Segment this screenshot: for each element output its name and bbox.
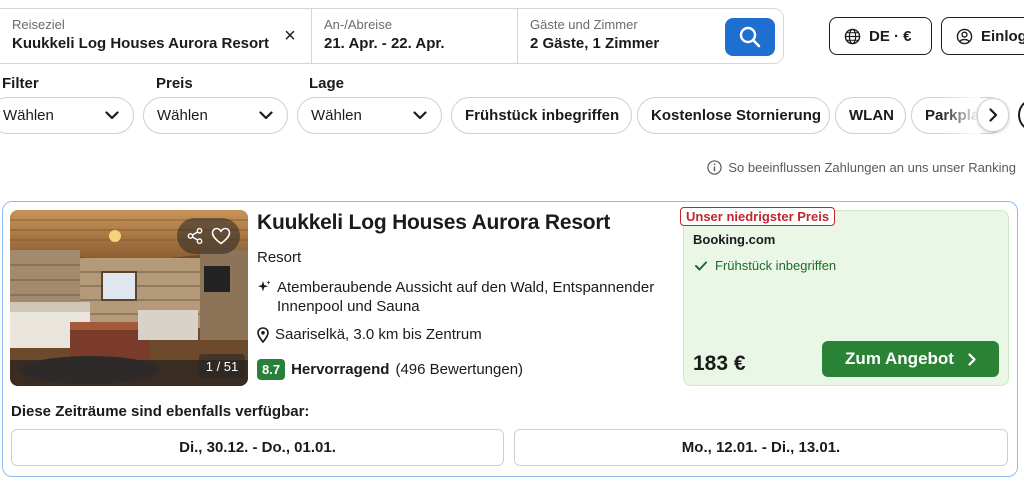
language-currency-label: DE · € [869, 27, 912, 45]
alternative-date-button[interactable]: Mo., 12.01. - Di., 13.01. [514, 429, 1008, 466]
filter-dropdown[interactable]: Wählen [0, 97, 134, 134]
ranking-info[interactable]: So beeinflussen Zahlungen an uns unser R… [707, 160, 1016, 175]
chip-wlan[interactable]: WLAN [835, 97, 906, 134]
search-bar: Reiseziel Kuukkeli Log Houses Aurora Res… [0, 8, 784, 64]
location-pin-icon [257, 326, 269, 343]
hotel-feature: Atemberaubende Aussicht auf den Wald, En… [257, 278, 667, 316]
view-deal-label: Zum Angebot [845, 349, 954, 368]
photo-actions [177, 218, 240, 254]
dates-field[interactable]: An-/Abreise 21. Apr. - 22. Apr. [312, 9, 518, 63]
guests-field[interactable]: Gäste und Zimmer 2 Gäste, 1 Zimmer [518, 9, 718, 63]
ranking-note-text: So beeinflussen Zahlungen an uns unser R… [728, 160, 1016, 175]
price-dropdown[interactable]: Wählen [143, 97, 288, 134]
lowest-price-badge: Unser niedrigster Preis [680, 207, 836, 226]
hotel-name[interactable]: Kuukkeli Log Houses Aurora Resort [257, 211, 610, 235]
checkmark-icon [695, 261, 707, 270]
chips-next-button[interactable] [977, 98, 1009, 132]
photo-counter: 1 / 51 [199, 354, 245, 378]
hotel-type: Resort [257, 249, 302, 266]
chevron-down-icon [413, 111, 427, 120]
hotel-location: Saariselkä, 3.0 km bis Zentrum [257, 326, 482, 343]
destination-value[interactable]: Kuukkeli Log Houses Aurora Resort [12, 35, 299, 52]
user-icon [956, 28, 973, 44]
hotel-location-text: Saariselkä, 3.0 km bis Zentrum [275, 326, 482, 343]
review-count: (496 Bewertungen) [395, 361, 524, 378]
login-button[interactable]: Einlog [941, 17, 1024, 55]
destination-field[interactable]: Reiseziel Kuukkeli Log Houses Aurora Res… [0, 9, 312, 63]
destination-label: Reiseziel [12, 17, 65, 32]
deal-perk-text: Frühstück inbegriffen [715, 258, 837, 273]
deal-perk: Frühstück inbegriffen [695, 258, 836, 273]
heart-icon[interactable] [211, 227, 231, 245]
login-label: Einlog [981, 27, 1024, 45]
deal-provider: Booking.com [693, 232, 776, 247]
hotel-feature-text: Atemberaubende Aussicht auf den Wald, En… [277, 279, 655, 315]
rating-word: Hervorragend [291, 361, 390, 378]
language-currency-button[interactable]: DE · € [829, 17, 932, 55]
deal-price: 183 € [693, 352, 746, 375]
hotel-rating[interactable]: 8.7 Hervorragend (496 Bewertungen) [257, 359, 523, 380]
location-dropdown[interactable]: Wählen [297, 97, 442, 134]
filter-dropdown-value: Wählen [3, 107, 54, 124]
guests-value[interactable]: 2 Gäste, 1 Zimmer [530, 35, 706, 52]
chevron-down-icon [105, 111, 119, 120]
dates-label: An-/Abreise [324, 17, 392, 32]
chevron-down-icon [259, 111, 273, 120]
location-dropdown-label: Lage [309, 75, 345, 92]
chip-breakfast[interactable]: Frühstück inbegriffen [451, 97, 632, 134]
share-icon[interactable] [186, 227, 204, 245]
more-filters-button[interactable] [1018, 98, 1024, 132]
globe-icon [844, 28, 861, 44]
chevron-right-icon [968, 352, 976, 366]
chip-free-cancellation[interactable]: Kostenlose Stornierung [637, 97, 830, 134]
rating-score-badge: 8.7 [257, 359, 286, 380]
search-button[interactable] [725, 18, 775, 56]
chip-scroll-fade [940, 97, 980, 134]
location-dropdown-value: Wählen [311, 107, 362, 124]
view-deal-button[interactable]: Zum Angebot [822, 341, 999, 377]
filter-dropdown-label: Filter [2, 75, 39, 92]
price-dropdown-value: Wählen [157, 107, 208, 124]
dates-value[interactable]: 21. Apr. - 22. Apr. [324, 35, 505, 52]
alternative-dates-heading: Diese Zeiträume sind ebenfalls verfügbar… [11, 403, 310, 420]
info-icon [707, 160, 723, 175]
chevron-right-icon [988, 108, 997, 122]
sparkle-icon [258, 280, 271, 292]
search-icon [739, 26, 761, 48]
guests-label: Gäste und Zimmer [530, 17, 638, 32]
price-dropdown-label: Preis [156, 75, 193, 92]
clear-destination-icon[interactable]: × [279, 25, 301, 47]
alternative-date-button[interactable]: Di., 30.12. - Do., 01.01. [11, 429, 504, 466]
